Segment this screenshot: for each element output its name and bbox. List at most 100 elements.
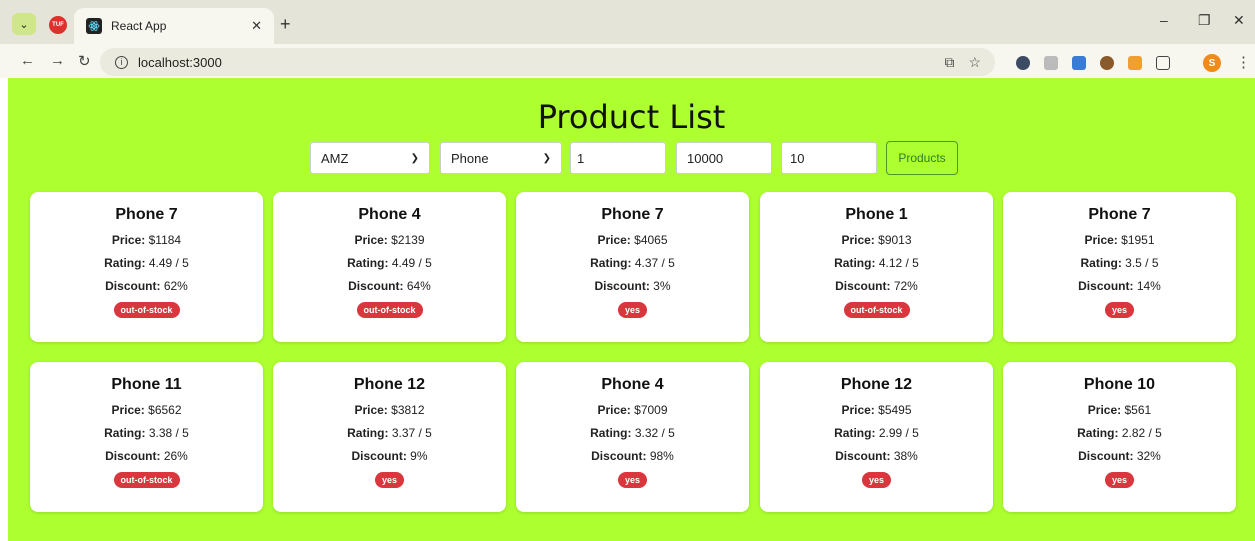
discount-label: Discount: — [105, 449, 161, 463]
restore-icon[interactable]: ❐ — [1198, 12, 1211, 29]
filter-bar: AMZ ❯ Phone ❯ 1 10000 10 Products — [8, 141, 1255, 177]
app-page: Product List AMZ ❯ Phone ❯ 1 10000 10 Pr… — [8, 78, 1255, 541]
discount-value: 9% — [410, 449, 428, 463]
page-title: Product List — [537, 98, 726, 136]
product-price: Price: $1184 — [30, 233, 263, 247]
rating-label: Rating: — [347, 426, 389, 440]
product-rating: Rating: 3.37 / 5 — [273, 426, 506, 440]
address-url[interactable]: localhost:3000 — [138, 55, 944, 70]
price-label: Price: — [841, 233, 875, 247]
window-close-icon[interactable]: ✕ — [1233, 12, 1245, 29]
product-name: Phone 7 — [1088, 206, 1151, 223]
rating-value: 2.82 / 5 — [1121, 426, 1162, 440]
availability-badge: yes — [1104, 302, 1135, 318]
product-price: Price: $6562 — [30, 403, 263, 417]
discount-label: Discount: — [351, 449, 407, 463]
price-value: $5495 — [878, 403, 912, 417]
product-discount: Discount: 32% — [1003, 449, 1236, 463]
company-select[interactable]: AMZ ❯ — [310, 142, 430, 174]
products-button[interactable]: Products — [886, 141, 958, 175]
discount-value: 62% — [163, 279, 188, 293]
price-label: Price: — [354, 233, 388, 247]
minimize-icon[interactable]: – — [1160, 12, 1168, 28]
tab-close-icon[interactable]: ✕ — [251, 18, 262, 34]
new-tab-icon[interactable]: + — [280, 14, 291, 35]
product-card: Phone 12 Price: $3812 Rating: 3.37 / 5 Disc… — [273, 362, 506, 512]
product-discount: Discount: 26% — [30, 449, 263, 463]
rating-label: Rating: — [834, 426, 876, 440]
tab-react-app[interactable]: React App ✕ — [74, 8, 274, 44]
product-card: Phone 12 Price: $5495 Rating: 2.99 / 5 Disc… — [760, 362, 993, 512]
product-name: Phone 12 — [840, 376, 913, 393]
availability-badge: yes — [861, 472, 892, 488]
reload-icon[interactable]: ↻ — [78, 52, 91, 70]
price-label: Price: — [597, 233, 631, 247]
product-rating: Rating: 3.32 / 5 — [516, 426, 749, 440]
other-tab-favicon-icon[interactable]: TUF — [49, 16, 67, 34]
company-select-value: AMZ — [321, 150, 349, 166]
rating-value: 4.12 / 5 — [878, 256, 919, 270]
max-price-input[interactable]: 10000 — [676, 142, 772, 174]
discount-value: 14% — [1136, 279, 1161, 293]
rating-value: 4.49 / 5 — [391, 256, 432, 270]
extensions-puzzle-icon[interactable] — [1156, 56, 1170, 70]
extension-icon-1[interactable] — [1016, 56, 1030, 70]
top-n-input[interactable]: 10 — [781, 142, 877, 174]
profile-avatar[interactable]: S — [1203, 54, 1221, 72]
product-rating: Rating: 3.5 / 5 — [1003, 256, 1236, 270]
price-value: $7009 — [634, 403, 668, 417]
rating-value: 4.37 / 5 — [634, 256, 675, 270]
price-label: Price: — [841, 403, 875, 417]
chevron-down-icon: ❯ — [410, 152, 419, 164]
price-value: $6562 — [148, 403, 182, 417]
discount-value: 98% — [649, 449, 674, 463]
forward-icon[interactable]: → — [50, 52, 65, 69]
rating-label: Rating: — [590, 426, 632, 440]
product-price: Price: $5495 — [760, 403, 993, 417]
product-card: Phone 7 Price: $4065 Rating: 4.37 / 5 Disco… — [516, 192, 749, 342]
extension-icon-5[interactable] — [1128, 56, 1142, 70]
chevron-down-icon: ❯ — [542, 152, 551, 164]
browser-toolbar: ← → ↻ i localhost:3000 ⧉ ☆ S ⋮ — [0, 44, 1255, 78]
discount-label: Discount: — [1078, 449, 1134, 463]
discount-value: 64% — [406, 279, 431, 293]
back-icon[interactable]: ← — [20, 52, 35, 69]
extension-icon-3[interactable] — [1072, 56, 1086, 70]
product-rating: Rating: 2.82 / 5 — [1003, 426, 1236, 440]
rating-value: 2.99 / 5 — [878, 426, 919, 440]
availability-badge: out-of-stock — [356, 302, 423, 318]
install-app-icon[interactable]: ⧉ — [944, 54, 954, 71]
extension-icon-2[interactable] — [1044, 56, 1058, 70]
tab-search-dropdown-icon[interactable]: ⌄ — [12, 13, 36, 35]
price-value: $3812 — [391, 403, 425, 417]
price-value: $9013 — [878, 233, 912, 247]
product-name: Phone 7 — [115, 206, 178, 223]
more-menu-icon[interactable]: ⋮ — [1236, 53, 1251, 71]
product-card: Phone 4 Price: $7009 Rating: 3.32 / 5 Disco… — [516, 362, 749, 512]
product-name: Phone 10 — [1083, 376, 1156, 393]
rating-value: 3.5 / 5 — [1125, 256, 1159, 270]
category-select-value: Phone — [451, 150, 489, 166]
top-n-value: 10 — [790, 150, 805, 166]
cookie-extension-icon[interactable] — [1100, 56, 1114, 70]
discount-value: 72% — [893, 279, 918, 293]
rating-label: Rating: — [590, 256, 632, 270]
availability-badge: out-of-stock — [113, 472, 180, 488]
discount-value: 32% — [1136, 449, 1161, 463]
min-price-input[interactable]: 1 — [570, 142, 666, 174]
min-price-value: 1 — [577, 150, 585, 166]
discount-label: Discount: — [835, 279, 891, 293]
price-label: Price: — [1087, 403, 1122, 417]
rating-label: Rating: — [834, 256, 876, 270]
product-discount: Discount: 72% — [760, 279, 993, 293]
category-select[interactable]: Phone ❯ — [440, 142, 562, 174]
price-value: $1184 — [148, 233, 182, 247]
discount-value: 26% — [163, 449, 188, 463]
site-info-icon[interactable]: i — [115, 55, 128, 69]
address-bar[interactable]: i localhost:3000 ⧉ ☆ — [100, 48, 995, 76]
discount-value: 38% — [893, 449, 918, 463]
price-value: $561 — [1124, 403, 1152, 417]
price-label: Price: — [597, 403, 631, 417]
bookmark-star-icon[interactable]: ☆ — [968, 54, 981, 71]
product-price: Price: $9013 — [760, 233, 993, 247]
